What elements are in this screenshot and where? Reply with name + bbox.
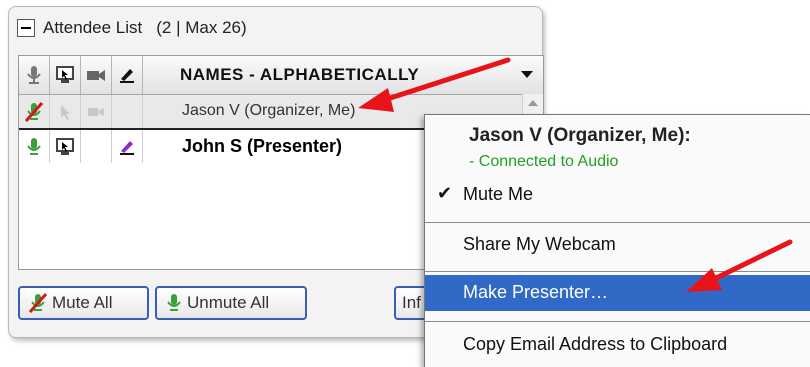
list-header: NAMES - ALPHABETICALLY (19, 56, 543, 95)
col-presenter-header[interactable] (112, 56, 143, 94)
menu-separator (425, 222, 810, 223)
menu-item-make-presenter[interactable]: Make Presenter… (425, 275, 810, 311)
panel-title: Attendee List (43, 18, 143, 37)
panel-header: Attendee List (2 | Max 26) (17, 15, 247, 41)
microphone-icon (165, 292, 183, 314)
desktop-share-icon (56, 66, 74, 83)
menu-item-share-webcam[interactable]: Share My Webcam (425, 227, 810, 263)
attendee-name[interactable]: John S (Presenter) (182, 136, 342, 157)
menu-item-mute-me[interactable]: ✔ Mute Me (425, 177, 810, 213)
col-audio-header[interactable] (19, 56, 50, 94)
menu-item-copy-email[interactable]: Copy Email Address to Clipboard (425, 327, 810, 363)
sort-dropdown-icon[interactable] (521, 71, 533, 78)
col-webcam-header[interactable] (81, 56, 112, 94)
desktop-share-icon[interactable] (50, 130, 81, 163)
menu-separator (425, 271, 810, 272)
unmute-all-label: Unmute All (187, 293, 270, 312)
attendee-count: (2 | Max 26) (156, 18, 247, 37)
mute-all-button[interactable]: Mute All (18, 286, 149, 320)
audio-status: - Connected to Audio (469, 153, 619, 170)
microphone-icon (27, 66, 41, 84)
info-label: Inf (402, 293, 421, 312)
webcam-off-icon (81, 95, 112, 128)
menu-separator (425, 321, 810, 322)
mute-all-label: Mute All (52, 293, 113, 312)
microphone-muted-icon (28, 292, 48, 314)
presenter-pen-icon (120, 69, 134, 83)
audio-muted-icon[interactable] (19, 95, 50, 128)
context-menu: Jason V (Organizer, Me): - Connected to … (424, 114, 810, 367)
cursor-icon (50, 95, 81, 128)
presenter-pen-icon[interactable] (112, 130, 143, 163)
collapse-button[interactable] (17, 19, 35, 37)
attendee-name[interactable]: Jason V (Organizer, Me) (182, 102, 355, 120)
col-desktop-header[interactable] (50, 56, 81, 94)
scroll-up-icon[interactable] (528, 100, 538, 106)
audio-connected-icon[interactable] (19, 130, 50, 163)
webcam-icon (87, 70, 105, 81)
unmute-all-button[interactable]: Unmute All (155, 286, 307, 320)
menu-title: Jason V (Organizer, Me): (469, 125, 691, 146)
checkmark-icon: ✔ (437, 183, 453, 203)
names-column-header[interactable]: NAMES - ALPHABETICALLY (180, 65, 419, 85)
